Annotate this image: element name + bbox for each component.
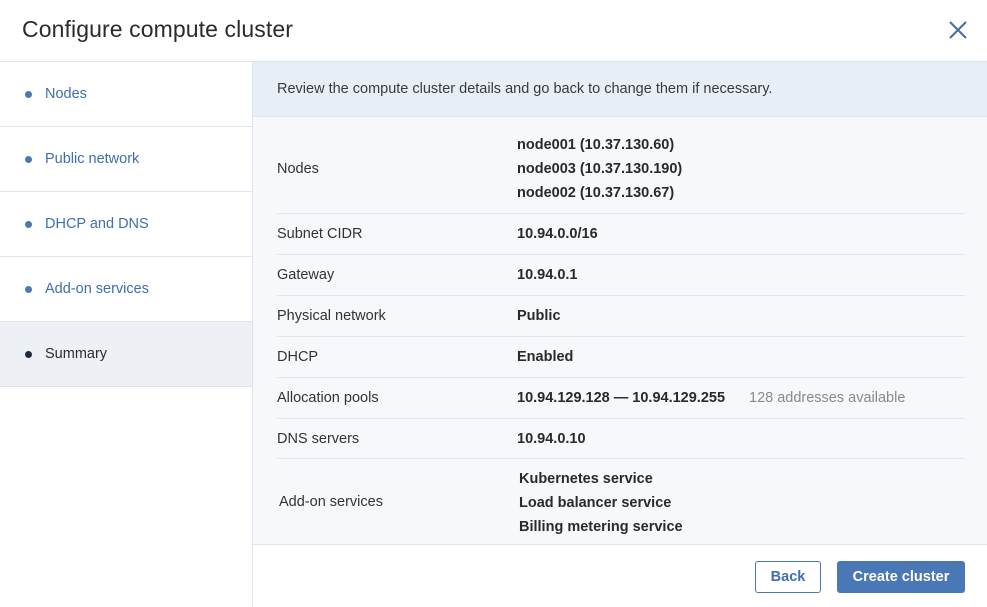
row-value: 10.94.0.1	[517, 267, 578, 283]
addon-service-item: Billing metering service	[519, 519, 683, 535]
step-dhcp-and-dns[interactable]: DHCP and DNS	[0, 192, 252, 257]
close-icon[interactable]	[947, 19, 969, 41]
summary-intro: Review the compute cluster details and g…	[253, 62, 987, 117]
summary-row-physical-network: Physical network Public	[277, 296, 965, 337]
addon-service-item: Kubernetes service	[519, 471, 653, 487]
summary-row-nodes: Nodes node001 (10.37.130.60) node003 (10…	[277, 117, 965, 214]
step-summary[interactable]: Summary	[0, 322, 252, 387]
row-label: Subnet CIDR	[277, 226, 363, 242]
addon-service-item: Load balancer service	[519, 495, 672, 511]
row-label: DHCP	[277, 349, 319, 365]
summary-panel: Review the compute cluster details and g…	[253, 62, 987, 544]
addresses-available-note: 128 addresses available	[749, 390, 906, 406]
wizard-steps: Nodes Public network DHCP and DNS Add-on…	[0, 62, 253, 607]
step-label: Nodes	[45, 86, 87, 102]
summary-row-dhcp: DHCP Enabled	[277, 337, 965, 378]
summary-row-gateway: Gateway 10.94.0.1	[277, 255, 965, 296]
row-label: DNS servers	[277, 431, 360, 447]
step-public-network[interactable]: Public network	[0, 127, 252, 192]
create-cluster-button[interactable]: Create cluster	[837, 561, 965, 593]
node-item: node002 (10.37.130.67)	[517, 185, 675, 201]
row-label: Physical network	[277, 308, 386, 324]
nodes-value-list: node001 (10.37.130.60) node003 (10.37.13…	[517, 133, 682, 205]
addon-services-list: Kubernetes service Load balancer service…	[519, 467, 683, 539]
back-button[interactable]: Back	[755, 561, 821, 593]
step-label: Add-on services	[45, 281, 149, 297]
bullet-dot	[25, 156, 32, 163]
row-label: Gateway	[277, 267, 335, 283]
summary-row-dns-servers: DNS servers 10.94.0.10	[277, 419, 965, 459]
bullet-dot	[25, 286, 32, 293]
step-nodes[interactable]: Nodes	[0, 62, 252, 127]
row-label: Allocation pools	[277, 390, 379, 406]
step-label: DHCP and DNS	[45, 216, 149, 232]
node-item: node003 (10.37.130.190)	[517, 161, 683, 177]
summary-row-addon-services: Add-on services Kubernetes service Load …	[277, 459, 965, 544]
step-addon-services[interactable]: Add-on services	[0, 257, 252, 322]
bullet-dot	[25, 351, 32, 358]
step-label: Summary	[45, 346, 108, 362]
dialog-footer: Back Create cluster	[253, 544, 987, 607]
row-value: 10.94.0.10	[517, 431, 586, 447]
step-label: Public network	[45, 151, 140, 167]
row-value: 10.94.0.0/16	[517, 226, 598, 242]
dialog-header: Configure compute cluster	[0, 0, 987, 62]
bullet-dot	[25, 221, 32, 228]
row-label: Nodes	[277, 161, 319, 177]
summary-table: Nodes node001 (10.37.130.60) node003 (10…	[253, 117, 987, 544]
row-label: Add-on services	[279, 494, 383, 510]
dialog-title: Configure compute cluster	[22, 16, 293, 42]
row-value: Public	[517, 308, 561, 324]
node-item: node001 (10.37.130.60)	[517, 137, 675, 153]
summary-row-subnet-cidr: Subnet CIDR 10.94.0.0/16	[277, 214, 965, 255]
summary-row-allocation-pools: Allocation pools 10.94.129.128 — 10.94.1…	[277, 378, 965, 419]
row-value: 10.94.129.128 — 10.94.129.255	[517, 390, 726, 406]
row-value: Enabled	[517, 349, 574, 365]
bullet-dot	[25, 91, 32, 98]
